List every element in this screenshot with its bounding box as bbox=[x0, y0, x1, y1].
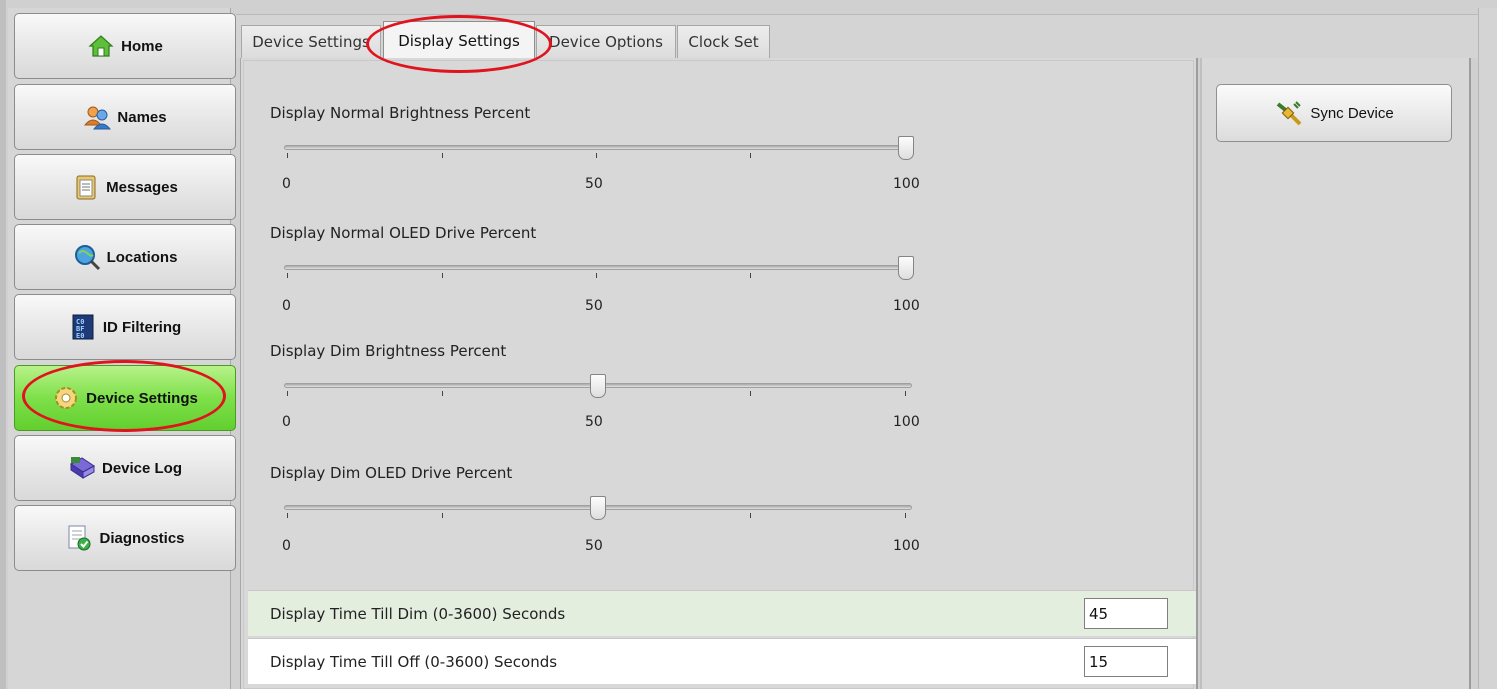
tab-display-settings[interactable]: Display Settings bbox=[383, 21, 535, 60]
slider-mid-label: 50 bbox=[585, 538, 603, 554]
sidebar-item-label: Home bbox=[121, 37, 163, 55]
brightness-dim-slider-thumb[interactable] bbox=[590, 374, 606, 398]
sync-device-button[interactable]: Sync Device bbox=[1216, 84, 1452, 142]
time-till-dim-label: Display Time Till Dim (0-3600) Seconds bbox=[270, 604, 566, 623]
slider-tick bbox=[905, 391, 906, 396]
slider-tick bbox=[596, 273, 597, 278]
sync-plug-icon bbox=[1274, 98, 1304, 128]
slider-min-label: 0 bbox=[282, 298, 291, 314]
slider-mid-label: 50 bbox=[585, 298, 603, 314]
sidebar-item-device-settings[interactable]: Device Settings bbox=[14, 365, 236, 431]
slider-tick bbox=[596, 153, 597, 158]
time-till-off-label: Display Time Till Off (0-3600) Seconds bbox=[270, 652, 558, 671]
sidebar: Home Names Messages Locations C0 BF E0 ID … bbox=[8, 8, 236, 689]
slider-tick bbox=[442, 273, 443, 278]
sidebar-item-messages[interactable]: Messages bbox=[14, 154, 236, 220]
slider-tick bbox=[750, 273, 751, 278]
tab-clock-set[interactable]: Clock Set bbox=[677, 25, 770, 58]
sidebar-item-label: Names bbox=[117, 108, 167, 126]
sidebar-item-names[interactable]: Names bbox=[14, 84, 236, 150]
sidebar-item-locations[interactable]: Locations bbox=[14, 224, 236, 290]
slider-label: Display Normal Brightness Percent bbox=[270, 104, 531, 122]
slider-tick bbox=[750, 513, 751, 518]
tab-device-settings[interactable]: Device Settings bbox=[241, 25, 381, 58]
sidebar-item-label: Device Settings bbox=[86, 389, 198, 407]
sync-device-label: Sync Device bbox=[1310, 104, 1394, 122]
sidebar-item-device-log[interactable]: Device Log bbox=[14, 435, 236, 501]
slider-max-label: 100 bbox=[893, 538, 920, 554]
slider-tick bbox=[287, 391, 288, 396]
tab-device-options[interactable]: Device Options bbox=[536, 25, 676, 58]
slider-label: Display Normal OLED Drive Percent bbox=[270, 224, 537, 242]
tab-label: Clock Set bbox=[688, 33, 759, 51]
tab-label: Device Options bbox=[549, 33, 663, 51]
sidebar-item-label: Device Log bbox=[101, 459, 183, 477]
tab-label: Device Settings bbox=[252, 33, 370, 51]
slider-tick bbox=[442, 391, 443, 396]
slider-tick bbox=[750, 153, 751, 158]
clipboard-icon bbox=[72, 173, 100, 201]
slider-label: Display Dim Brightness Percent bbox=[270, 342, 507, 360]
window-right-edge bbox=[1478, 8, 1497, 689]
sidebar-item-label: ID Filtering bbox=[102, 318, 182, 336]
sidebar-item-label: Diagnostics bbox=[99, 529, 185, 547]
brightness-normal-slider-thumb[interactable] bbox=[898, 136, 914, 160]
slider-tick bbox=[442, 513, 443, 518]
oled-normal-slider-track[interactable] bbox=[284, 265, 912, 270]
slider-tick bbox=[442, 153, 443, 158]
log-book-icon bbox=[68, 454, 96, 482]
time-till-off-row: Display Time Till Off (0-3600) Seconds bbox=[248, 638, 1196, 684]
slider-label: Display Dim OLED Drive Percent bbox=[270, 464, 513, 482]
sidebar-item-home[interactable]: Home bbox=[14, 13, 236, 79]
slider-tick bbox=[287, 273, 288, 278]
brightness-normal-slider-track[interactable] bbox=[284, 145, 912, 150]
diagnostics-check-icon bbox=[65, 524, 93, 552]
home-icon bbox=[87, 32, 115, 60]
tab-strip: Device Settings Display Settings Device … bbox=[236, 14, 1478, 60]
tab-label: Display Settings bbox=[398, 32, 520, 50]
slider-mid-label: 50 bbox=[585, 414, 603, 430]
magnifier-globe-icon bbox=[73, 243, 101, 271]
slider-min-label: 0 bbox=[282, 414, 291, 430]
time-till-off-input[interactable] bbox=[1084, 646, 1168, 677]
users-icon bbox=[83, 103, 112, 131]
gear-icon bbox=[52, 384, 80, 412]
oled-normal-slider-thumb[interactable] bbox=[898, 256, 914, 280]
slider-max-label: 100 bbox=[893, 176, 920, 192]
slider-tick bbox=[287, 513, 288, 518]
sidebar-item-label: Locations bbox=[106, 248, 178, 266]
slider-max-label: 100 bbox=[893, 414, 920, 430]
slider-min-label: 0 bbox=[282, 176, 291, 192]
binary-filter-icon: C0 BF E0 bbox=[69, 313, 97, 341]
slider-tick bbox=[750, 391, 751, 396]
time-till-dim-input[interactable] bbox=[1084, 598, 1168, 629]
slider-tick bbox=[905, 513, 906, 518]
time-till-dim-row: Display Time Till Dim (0-3600) Seconds bbox=[248, 590, 1196, 636]
actions-panel: Sync Device bbox=[1200, 58, 1471, 689]
oled-dim-slider-thumb[interactable] bbox=[590, 496, 606, 520]
sidebar-item-diagnostics[interactable]: Diagnostics bbox=[14, 505, 236, 571]
slider-min-label: 0 bbox=[282, 538, 291, 554]
slider-mid-label: 50 bbox=[585, 176, 603, 192]
sidebar-item-label: Messages bbox=[106, 178, 178, 196]
slider-tick bbox=[287, 153, 288, 158]
sidebar-item-id-filtering[interactable]: C0 BF E0 ID Filtering bbox=[14, 294, 236, 360]
display-settings-panel: Display Normal Brightness Percent 0 50 1… bbox=[240, 58, 1198, 689]
slider-max-label: 100 bbox=[893, 298, 920, 314]
svg-text:E0: E0 bbox=[76, 332, 84, 340]
